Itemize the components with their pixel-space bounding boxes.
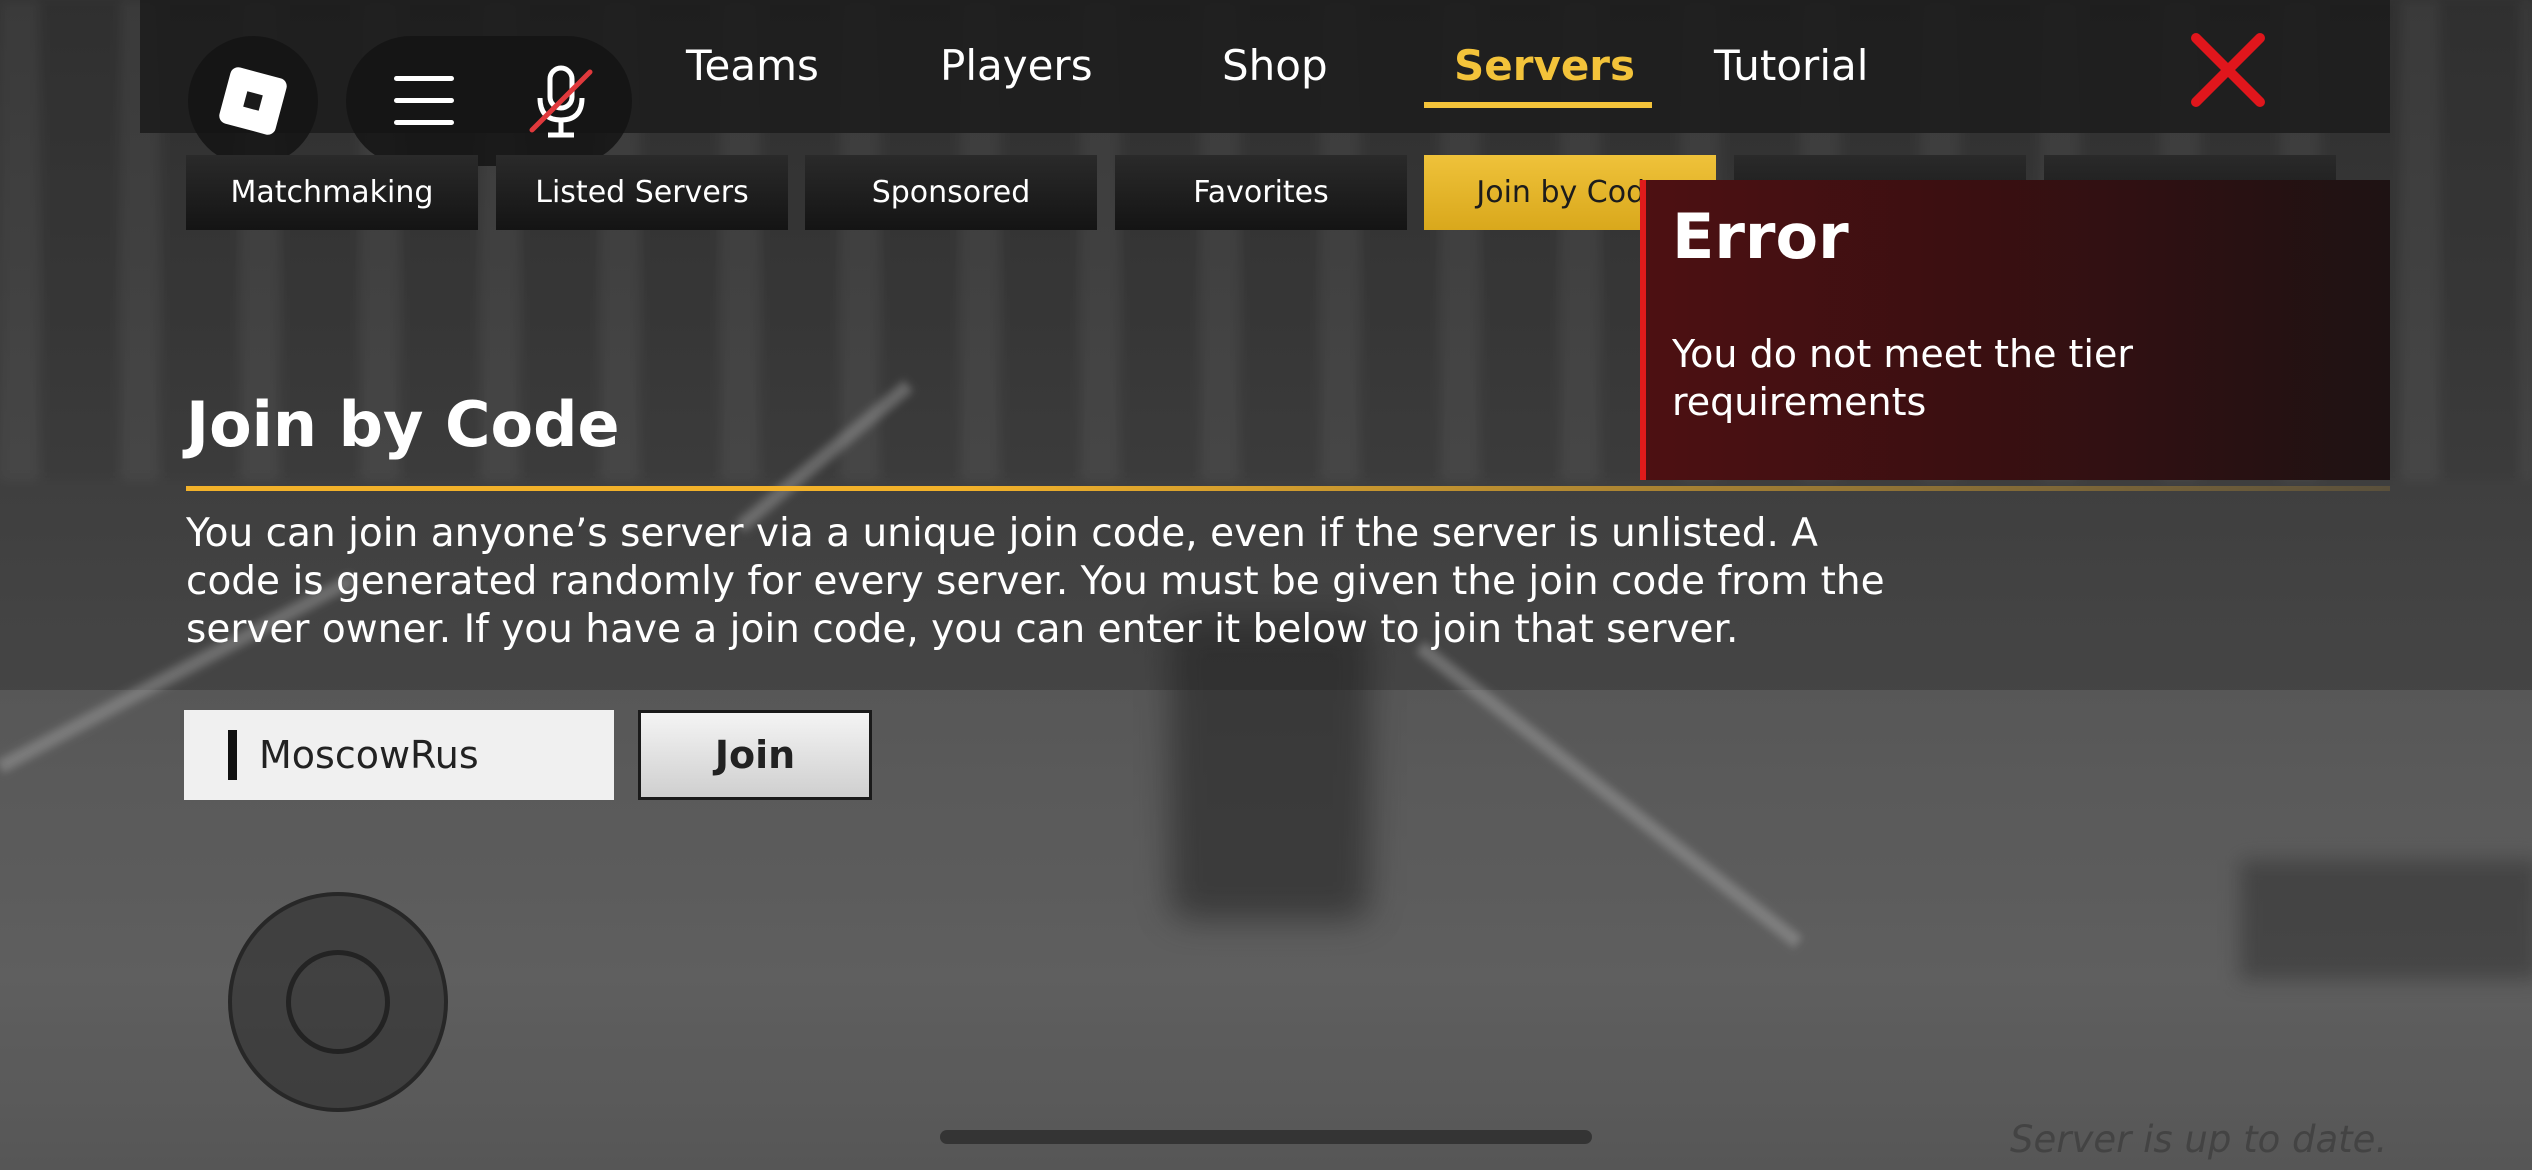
error-notification: Error You do not meet the tier requireme…: [1640, 180, 2390, 480]
system-controls: [346, 36, 632, 166]
close-button[interactable]: [2186, 28, 2270, 112]
join-code-input[interactable]: MoscowRus: [184, 710, 614, 800]
tab-teams[interactable]: Teams: [686, 36, 819, 96]
roblox-logo-icon: [217, 65, 289, 137]
subtab-sponsored[interactable]: Sponsored: [805, 155, 1097, 230]
game-screen: Teams Players Shop Servers Tutorial Matc…: [0, 0, 2532, 1170]
join-button[interactable]: Join: [638, 710, 872, 800]
text-caret: [228, 730, 237, 780]
server-status-text: Server is up to date.: [2010, 1118, 2388, 1161]
tab-tutorial[interactable]: Tutorial: [1714, 36, 1868, 96]
error-title: Error: [1672, 200, 1849, 273]
tab-servers[interactable]: Servers: [1454, 36, 1635, 96]
error-message: You do not meet the tier requirements: [1672, 332, 2133, 424]
roblox-menu-button[interactable]: [188, 36, 318, 166]
page-title: Join by Code: [186, 388, 620, 461]
tab-players[interactable]: Players: [940, 36, 1093, 96]
subtab-listed-servers[interactable]: Listed Servers: [496, 155, 788, 230]
thumbstick[interactable]: [228, 892, 448, 1112]
description-text: You can join anyone’s server via a uniqu…: [186, 511, 1885, 652]
thumbstick-knob[interactable]: [286, 950, 390, 1054]
hamburger-menu-icon[interactable]: [394, 76, 454, 126]
home-indicator[interactable]: [940, 1130, 1592, 1144]
close-icon: [2191, 33, 2265, 107]
join-code-value: MoscowRus: [259, 733, 479, 777]
active-tab-underline: [1424, 102, 1652, 108]
title-divider: [186, 486, 2390, 491]
microphone-muted-icon[interactable]: [526, 64, 596, 140]
subtab-matchmaking[interactable]: Matchmaking: [186, 155, 478, 230]
tab-shop[interactable]: Shop: [1222, 36, 1328, 96]
subtab-favorites[interactable]: Favorites: [1115, 155, 1407, 230]
